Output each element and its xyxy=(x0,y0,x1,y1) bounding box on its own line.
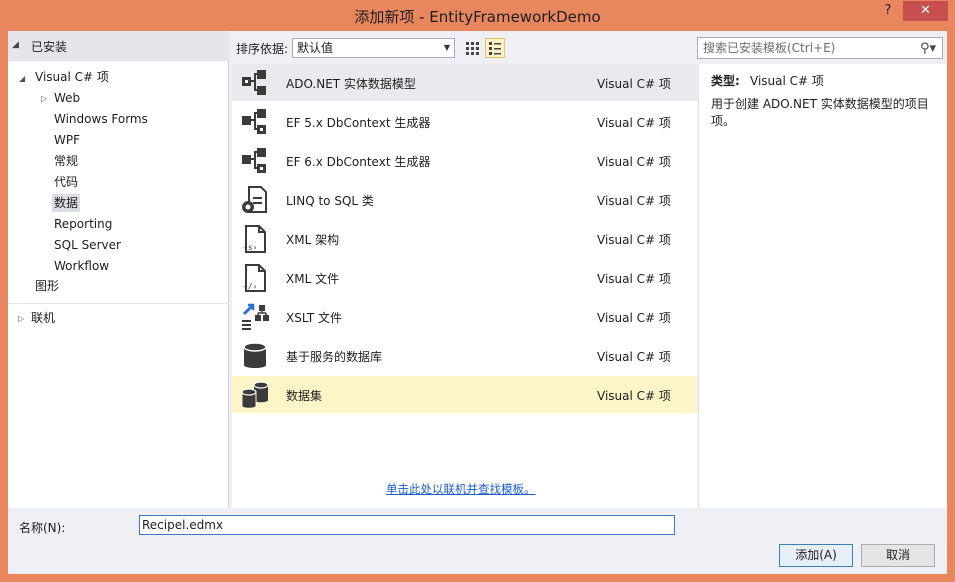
svg-text:‹/›: ‹/› xyxy=(243,282,257,291)
tree-item-data[interactable]: 数据 xyxy=(52,194,81,212)
sort-value: 默认值 xyxy=(297,41,334,55)
sort-label: 排序依据: xyxy=(236,42,289,56)
find-templates-online-link[interactable]: 单击此处以联机并查找模板。 xyxy=(386,481,536,497)
tree-item-web[interactable]: Web xyxy=(54,89,80,107)
type-value: Visual C# 项 xyxy=(750,74,824,88)
template-name: XML 文件 xyxy=(286,272,340,286)
xml-schema-icon: ‹s› xyxy=(243,225,266,253)
template-name: ADO.NET 实体数据模型 xyxy=(286,77,416,91)
template-row[interactable]: LINQ to SQL 类 Visual C# 项 xyxy=(232,181,697,218)
template-name: EF 6.x DbContext 生成器 xyxy=(286,155,431,169)
tree-item-graphics[interactable]: 图形 xyxy=(35,277,59,295)
template-name: EF 5.x DbContext 生成器 xyxy=(286,116,431,130)
template-row[interactable]: ADO.NET 实体数据模型 Visual C# 项 xyxy=(232,64,697,101)
tree-item-general[interactable]: 常规 xyxy=(54,152,78,170)
search-icon[interactable]: ⚲▾ xyxy=(920,39,936,59)
template-name: 数据集 xyxy=(286,389,323,403)
list-view-icon xyxy=(489,42,501,55)
tree-divider xyxy=(8,303,229,304)
title-bar: 添加新项 - EntityFrameworkDemo ? ✕ xyxy=(0,0,955,31)
template-row[interactable]: 数据集 Visual C# 项 xyxy=(232,376,697,413)
search-input[interactable]: 搜索已安装模板(Ctrl+E) ⚲▾ xyxy=(697,37,943,59)
help-button[interactable]: ? xyxy=(878,3,898,21)
template-language: Visual C# 项 xyxy=(597,389,671,403)
dialog-client: ◢ 已安装 ◢ Visual C# 项 ▷ Web Windows Forms … xyxy=(8,31,947,574)
template-list: ADO.NET 实体数据模型 Visual C# 项 EF 5.x DbCont… xyxy=(232,64,697,508)
cancel-button[interactable]: 取消 xyxy=(861,544,935,567)
grid-view-button[interactable] xyxy=(462,38,482,58)
tree-item-reporting[interactable]: Reporting xyxy=(54,215,112,233)
type-label: 类型: xyxy=(711,74,740,88)
entity-model-icon xyxy=(242,70,266,95)
template-language: Visual C# 项 xyxy=(597,311,671,325)
template-row[interactable]: EF 5.x DbContext 生成器 Visual C# 项 xyxy=(232,103,697,140)
template-row[interactable]: ‹s› XML 架构 Visual C# 项 xyxy=(232,220,697,257)
search-placeholder: 搜索已安装模板(Ctrl+E) xyxy=(703,41,836,55)
tree-item-sql-server[interactable]: SQL Server xyxy=(54,236,121,254)
details-pane: 类型: Visual C# 项 用于创建 ADO.NET 实体数据模型的项目项。 xyxy=(698,64,947,508)
template-name: LINQ to SQL 类 xyxy=(286,194,374,208)
dialog-window: 添加新项 - EntityFrameworkDemo ? ✕ ◢ 已安装 ◢ V… xyxy=(0,0,955,582)
template-name: XML 架构 xyxy=(286,233,340,247)
template-language: Visual C# 项 xyxy=(597,233,671,247)
tree-item-code[interactable]: 代码 xyxy=(54,173,78,191)
template-name: XSLT 文件 xyxy=(286,311,343,325)
tree-item-visual-csharp[interactable]: Visual C# 项 xyxy=(35,68,109,86)
template-language: Visual C# 项 xyxy=(597,350,671,364)
close-button[interactable]: ✕ xyxy=(903,1,948,21)
linq-to-sql-icon xyxy=(242,186,267,213)
expanded-arrow-icon[interactable]: ◢ xyxy=(19,74,25,83)
installed-label: 已安装 xyxy=(31,40,68,54)
template-name: 基于服务的数据库 xyxy=(286,350,383,364)
template-row[interactable]: ‹/› XML 文件 Visual C# 项 xyxy=(232,259,697,296)
tree-item-wpf[interactable]: WPF xyxy=(54,131,80,149)
template-language: Visual C# 项 xyxy=(597,194,671,208)
expanded-arrow-icon: ◢ xyxy=(12,40,19,50)
grid-view-icon xyxy=(466,42,479,55)
template-language: Visual C# 项 xyxy=(597,155,671,169)
window-title: 添加新项 - EntityFrameworkDemo xyxy=(354,8,601,26)
xml-file-icon: ‹/› xyxy=(243,264,266,292)
name-label: 名称(N): xyxy=(19,521,66,535)
category-tree: ◢ 已安装 ◢ Visual C# 项 ▷ Web Windows Forms … xyxy=(8,31,229,508)
add-button[interactable]: 添加(A) xyxy=(779,544,853,567)
template-row[interactable]: 基于服务的数据库 Visual C# 项 xyxy=(232,337,697,374)
template-row[interactable]: XSLT 文件 Visual C# 项 xyxy=(232,298,697,335)
template-row[interactable]: EF 6.x DbContext 生成器 Visual C# 项 xyxy=(232,142,697,179)
dbcontext-generator-icon xyxy=(242,148,266,173)
tree-item-windows-forms[interactable]: Windows Forms xyxy=(54,110,148,128)
dbcontext-generator-icon xyxy=(242,109,266,134)
template-language: Visual C# 项 xyxy=(597,77,671,91)
list-view-button[interactable] xyxy=(485,38,505,58)
toolbar: 排序依据: 默认值 ▼ 搜索已安装模板(Ctrl+E) ⚲▾ xyxy=(229,31,947,64)
collapsed-arrow-icon[interactable]: ▷ xyxy=(41,94,47,103)
database-icon xyxy=(243,342,267,368)
svg-text:‹s›: ‹s› xyxy=(243,243,257,252)
name-field[interactable] xyxy=(139,515,675,535)
xslt-file-icon xyxy=(242,303,269,330)
tree-item-workflow[interactable]: Workflow xyxy=(54,257,109,275)
template-language: Visual C# 项 xyxy=(597,272,671,286)
chevron-down-icon: ▼ xyxy=(443,43,450,52)
sort-dropdown[interactable]: 默认值 ▼ xyxy=(292,38,455,58)
collapsed-arrow-icon[interactable]: ▷ xyxy=(18,314,24,323)
dataset-icon xyxy=(241,381,269,409)
template-description: 用于创建 ADO.NET 实体数据模型的项目项。 xyxy=(711,97,929,128)
installed-header[interactable]: ◢ 已安装 xyxy=(8,31,229,61)
tree-item-online[interactable]: 联机 xyxy=(31,309,55,327)
bottom-form: 名称(N): 添加(A) 取消 xyxy=(8,508,947,574)
template-language: Visual C# 项 xyxy=(597,116,671,130)
